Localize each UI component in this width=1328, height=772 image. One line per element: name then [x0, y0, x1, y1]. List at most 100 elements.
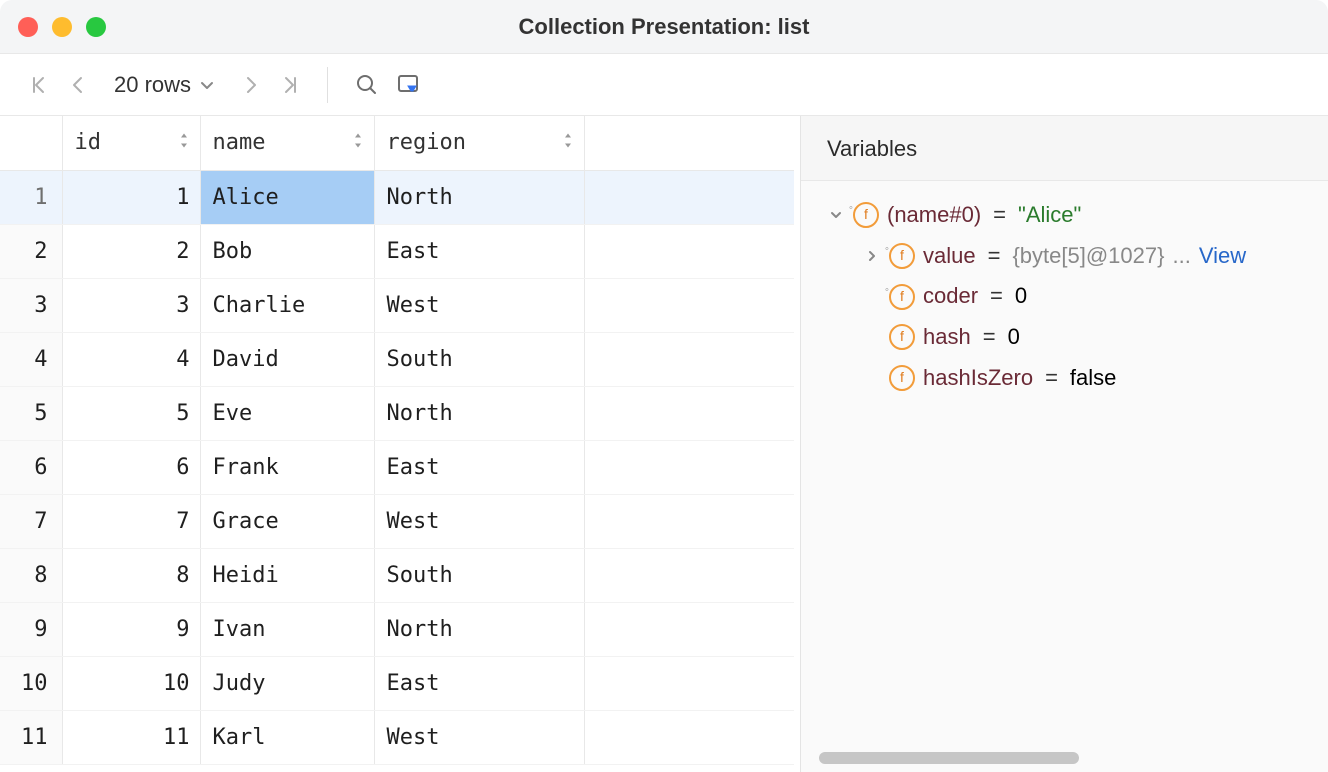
table-row[interactable]: 4 4 David South [0, 332, 794, 386]
table-row[interactable]: 10 10 Judy East [0, 656, 794, 710]
cell-id[interactable]: 2 [62, 224, 200, 278]
first-page-button[interactable] [24, 70, 54, 100]
field-icon: f [889, 365, 915, 391]
cell-region[interactable]: West [374, 494, 584, 548]
cell-region[interactable]: East [374, 224, 584, 278]
cell-region[interactable]: North [374, 386, 584, 440]
column-header-region[interactable]: region [374, 116, 584, 170]
cell-name[interactable]: Frank [200, 440, 374, 494]
cell-id[interactable]: 1 [62, 170, 200, 224]
table-row[interactable]: 7 7 Grace West [0, 494, 794, 548]
cell-id[interactable]: 9 [62, 602, 200, 656]
chevron-down-icon [199, 77, 215, 93]
cell-name[interactable]: Heidi [200, 548, 374, 602]
row-number: 7 [0, 494, 62, 548]
search-icon [355, 73, 379, 97]
row-number: 9 [0, 602, 62, 656]
cell-id[interactable]: 11 [62, 710, 200, 764]
cell-region[interactable]: North [374, 170, 584, 224]
table-row[interactable]: 1 1 Alice North [0, 170, 794, 224]
cell-region[interactable]: South [374, 332, 584, 386]
field-icon: f [889, 324, 915, 350]
variables-tree: ◦f (name#0) = "Alice" ◦f value = {byte[5… [801, 181, 1328, 406]
variable-node[interactable]: ◦f coder = 0 [827, 276, 1320, 317]
chevron-down-icon[interactable] [827, 208, 845, 222]
cell-id[interactable]: 4 [62, 332, 200, 386]
variable-node[interactable]: ◦f value = {byte[5]@1027} ... View [827, 236, 1320, 277]
cell-name[interactable]: Alice [200, 170, 374, 224]
cell-id[interactable]: 5 [62, 386, 200, 440]
cell-name[interactable]: Bob [200, 224, 374, 278]
column-header-id[interactable]: id [62, 116, 200, 170]
row-number: 2 [0, 224, 62, 278]
row-number: 6 [0, 440, 62, 494]
variable-name: value [923, 236, 976, 277]
filter-button[interactable] [392, 68, 426, 102]
cell-id[interactable]: 8 [62, 548, 200, 602]
table-row[interactable]: 3 3 Charlie West [0, 278, 794, 332]
variable-value: false [1070, 358, 1116, 399]
next-page-button[interactable] [237, 70, 267, 100]
cell-region[interactable]: South [374, 548, 584, 602]
cell-name[interactable]: David [200, 332, 374, 386]
variables-panel-title: Variables [801, 116, 1328, 181]
cell-name[interactable]: Eve [200, 386, 374, 440]
titlebar: Collection Presentation: list [0, 0, 1328, 54]
ellipsis: ... [1172, 236, 1190, 277]
cell-name[interactable]: Karl [200, 710, 374, 764]
cell-region[interactable]: West [374, 278, 584, 332]
row-number: 11 [0, 710, 62, 764]
table-row[interactable]: 9 9 Ivan North [0, 602, 794, 656]
row-number-header [0, 116, 62, 170]
sort-icon [562, 130, 574, 155]
cell-region[interactable]: West [374, 710, 584, 764]
cell-id[interactable]: 10 [62, 656, 200, 710]
cell-name[interactable]: Charlie [200, 278, 374, 332]
cell-name[interactable]: Ivan [200, 602, 374, 656]
table-row[interactable]: 8 8 Heidi South [0, 548, 794, 602]
variable-node-root[interactable]: ◦f (name#0) = "Alice" [827, 195, 1320, 236]
cell-region[interactable]: East [374, 656, 584, 710]
table-row[interactable]: 6 6 Frank East [0, 440, 794, 494]
cell-id[interactable]: 6 [62, 440, 200, 494]
minimize-window-button[interactable] [52, 17, 72, 37]
main-area: id name region 1 1 [0, 116, 1328, 772]
row-number: 1 [0, 170, 62, 224]
variables-panel: Variables ◦f (name#0) = "Alice" ◦f value… [800, 116, 1328, 772]
cell-name[interactable]: Judy [200, 656, 374, 710]
last-page-button[interactable] [275, 70, 305, 100]
cell-id[interactable]: 3 [62, 278, 200, 332]
view-link[interactable]: View [1199, 236, 1246, 277]
column-header-name[interactable]: name [200, 116, 374, 170]
cell-region[interactable]: North [374, 602, 584, 656]
zoom-window-button[interactable] [86, 17, 106, 37]
variable-name: coder [923, 276, 978, 317]
variable-value: "Alice" [1018, 195, 1081, 236]
field-icon: ◦f [853, 202, 879, 228]
close-window-button[interactable] [18, 17, 38, 37]
horizontal-scrollbar-track[interactable] [819, 752, 1318, 764]
row-number: 10 [0, 656, 62, 710]
table-body: 1 1 Alice North 2 2 Bob East 3 3 Charlie [0, 170, 794, 764]
table-row[interactable]: 11 11 Karl West [0, 710, 794, 764]
rows-per-page-dropdown[interactable]: 20 rows [104, 72, 225, 98]
cell-name[interactable]: Grace [200, 494, 374, 548]
variable-node[interactable]: f hash = 0 [827, 317, 1320, 358]
cell-region[interactable]: East [374, 440, 584, 494]
variable-node[interactable]: f hashIsZero = false [827, 358, 1320, 399]
cell-id[interactable]: 7 [62, 494, 200, 548]
row-number: 8 [0, 548, 62, 602]
table-row[interactable]: 5 5 Eve North [0, 386, 794, 440]
table-row[interactable]: 2 2 Bob East [0, 224, 794, 278]
variable-name: hash [923, 317, 971, 358]
search-button[interactable] [350, 68, 384, 102]
prev-page-button[interactable] [62, 70, 92, 100]
sort-icon [352, 130, 364, 155]
row-number: 3 [0, 278, 62, 332]
equals-sign: = [988, 236, 1001, 277]
horizontal-scrollbar-thumb[interactable] [819, 752, 1079, 764]
window-title: Collection Presentation: list [519, 14, 810, 40]
equals-sign: = [993, 195, 1006, 236]
data-table-area: id name region 1 1 [0, 116, 794, 772]
chevron-right-icon[interactable] [863, 249, 881, 263]
